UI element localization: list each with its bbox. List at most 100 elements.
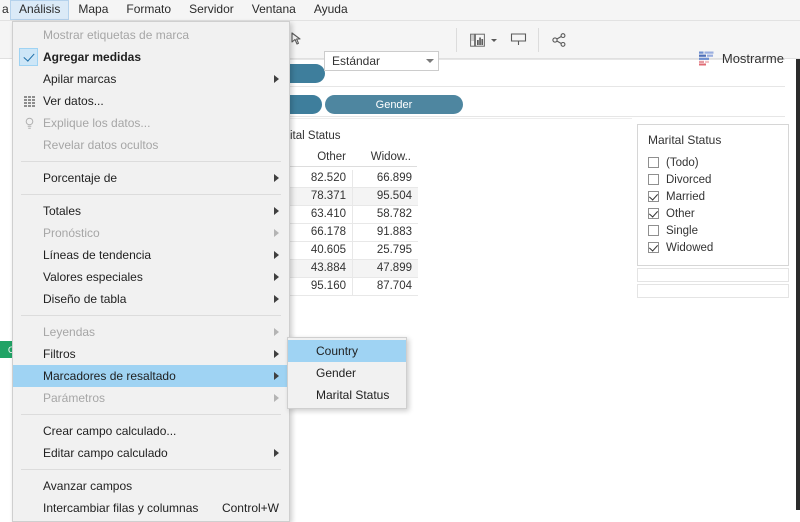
menu-item-totales[interactable]: Totales <box>13 200 289 222</box>
table-cell: 87.704 <box>352 278 418 295</box>
table-row[interactable]: 66.178 91.883 <box>287 224 418 242</box>
table-row[interactable]: 82.520 66.899 <box>287 170 418 188</box>
menu-item-porcentaje-de[interactable]: Porcentaje de <box>13 167 289 189</box>
bulb-icon <box>21 115 37 131</box>
pill-gender[interactable]: Gender <box>325 95 463 114</box>
menubar-item-analisis[interactable]: Análisis <box>10 0 70 20</box>
share-icon <box>552 33 566 47</box>
shelf-divider <box>285 86 785 87</box>
table-cell: 66.178 <box>310 226 346 238</box>
chevron-right-icon <box>274 229 279 237</box>
menu-separator <box>21 469 281 470</box>
chart-type-button[interactable] <box>466 28 500 52</box>
menu-item-leyendas[interactable]: Leyendas <box>13 321 289 343</box>
checkbox-unchecked-icon[interactable] <box>648 157 659 168</box>
filter-item-single[interactable]: Single <box>638 222 788 239</box>
checkbox-checked-icon[interactable] <box>648 208 659 219</box>
checkbox-checked-icon[interactable] <box>648 242 659 253</box>
toolbar-separator <box>538 28 539 52</box>
filter-item-other[interactable]: Other <box>638 205 788 222</box>
filter-item-label: Other <box>666 207 695 220</box>
menu-item-mostrar-etiquetas[interactable]: Mostrar etiquetas de marca <box>13 24 289 46</box>
menu-separator <box>21 315 281 316</box>
chevron-right-icon <box>274 328 279 336</box>
menubar-item-ventana[interactable]: Ventana <box>243 0 305 20</box>
menubar-item-servidor[interactable]: Servidor <box>180 0 243 20</box>
menu-item-explique-los-datos[interactable]: Explique los datos... <box>13 112 289 134</box>
submenu-item-country[interactable]: Country <box>288 340 406 362</box>
menu-item-ver-datos[interactable]: Ver datos... <box>13 90 289 112</box>
analysis-dropdown-menu[interactable]: Mostrar etiquetas de marca Agregar medid… <box>12 21 290 522</box>
submenu-item-gender[interactable]: Gender <box>288 362 406 384</box>
grid-icon <box>21 93 37 109</box>
shelf-divider <box>285 116 785 117</box>
check-icon <box>19 48 38 66</box>
checkbox-checked-icon[interactable] <box>648 191 659 202</box>
menu-item-revelar-datos-ocultos[interactable]: Revelar datos ocultos <box>13 134 289 156</box>
menubar-item-clipped[interactable]: a <box>0 0 10 20</box>
toolbar-separator <box>456 28 457 52</box>
menu-bar: a Análisis Mapa Formato Servidor Ventana… <box>0 0 800 21</box>
menubar-item-ayuda[interactable]: Ayuda <box>305 0 357 20</box>
filter-item-label: Single <box>666 224 698 237</box>
table-group-label: ital Status <box>290 130 341 142</box>
table-cell: 58.782 <box>352 206 418 223</box>
show-me-button[interactable]: Mostrarme <box>698 51 784 66</box>
table-row[interactable]: 78.371 95.504 <box>287 188 418 206</box>
menu-item-diseno-de-tabla[interactable]: Diseño de tabla <box>13 288 289 310</box>
table-cell: 78.371 <box>310 190 346 202</box>
table-column-header: Widow.. <box>370 151 411 163</box>
menu-item-pronostico[interactable]: Pronóstico <box>13 222 289 244</box>
filter-item-label: Widowed <box>666 241 714 254</box>
menu-item-valores-especiales[interactable]: Valores especiales <box>13 266 289 288</box>
pill-fragment-columns[interactable] <box>285 95 322 114</box>
checkbox-unchecked-icon[interactable] <box>648 174 659 185</box>
pill-fragment-rows[interactable] <box>285 64 325 83</box>
fit-select[interactable]: Estándar <box>324 51 439 71</box>
menu-item-crear-campo-calculado[interactable]: Crear campo calculado... <box>13 420 289 442</box>
filter-item-todo[interactable]: (Todo) <box>638 154 788 171</box>
fit-select-value: Estándar <box>332 54 381 68</box>
menu-item-lineas-de-tendencia[interactable]: Líneas de tendencia <box>13 244 289 266</box>
application-root: OL ital Status Other Widow.. 82.520 66.8… <box>0 0 800 522</box>
presentation-mode-button[interactable] <box>504 28 532 52</box>
chevron-right-icon <box>274 174 279 182</box>
chevron-right-icon <box>274 75 279 83</box>
menu-item-apilar-marcas[interactable]: Apilar marcas <box>13 68 289 90</box>
filter-item-divorced[interactable]: Divorced <box>638 171 788 188</box>
table-row[interactable]: 43.884 47.899 <box>287 260 418 278</box>
filter-item-widowed[interactable]: Widowed <box>638 239 788 256</box>
filter-item-label: Divorced <box>666 173 712 186</box>
table-body: 82.520 66.899 78.371 95.504 63.410 58.78… <box>287 170 418 296</box>
share-button[interactable] <box>546 28 572 52</box>
menu-item-marcadores-de-resaltado[interactable]: Marcadores de resaltado <box>13 365 289 387</box>
menu-item-filtros[interactable]: Filtros <box>13 343 289 365</box>
chevron-right-icon <box>274 394 279 402</box>
table-header-row: Other Widow.. <box>287 149 417 167</box>
chevron-right-icon <box>274 449 279 457</box>
table-row[interactable]: 40.605 25.795 <box>287 242 418 260</box>
show-me-label: Mostrarme <box>721 51 784 66</box>
menubar-item-mapa[interactable]: Mapa <box>69 0 117 20</box>
menu-item-parametros[interactable]: Parámetros <box>13 387 289 409</box>
menu-separator <box>21 161 281 162</box>
table-cell: 95.504 <box>352 188 418 205</box>
filter-item-married[interactable]: Married <box>638 188 788 205</box>
menu-item-editar-campo-calculado[interactable]: Editar campo calculado <box>13 442 289 464</box>
marital-status-filter-card[interactable]: Marital Status (Todo) Divorced Married O… <box>637 124 789 266</box>
checkbox-unchecked-icon[interactable] <box>648 225 659 236</box>
table-row[interactable]: 95.160 87.704 <box>287 278 418 296</box>
highlight-markers-submenu[interactable]: Country Gender Marital Status <box>287 337 407 409</box>
menu-item-intercambiar-filas-y-columnas[interactable]: Intercambiar filas y columnas Control+W <box>13 497 289 519</box>
chevron-right-icon <box>274 273 279 281</box>
menu-item-agregar-medidas[interactable]: Agregar medidas <box>13 46 289 68</box>
table-cell: 47.899 <box>352 260 418 277</box>
chevron-right-icon <box>274 350 279 358</box>
table-row[interactable]: 63.410 58.782 <box>287 206 418 224</box>
menu-item-avanzar-campos[interactable]: Avanzar campos <box>13 475 289 497</box>
chevron-right-icon <box>274 295 279 303</box>
table-cell: 40.605 <box>310 244 346 256</box>
menubar-item-formato[interactable]: Formato <box>117 0 180 20</box>
submenu-item-marital-status[interactable]: Marital Status <box>288 384 406 406</box>
table-cell: 43.884 <box>310 262 346 274</box>
